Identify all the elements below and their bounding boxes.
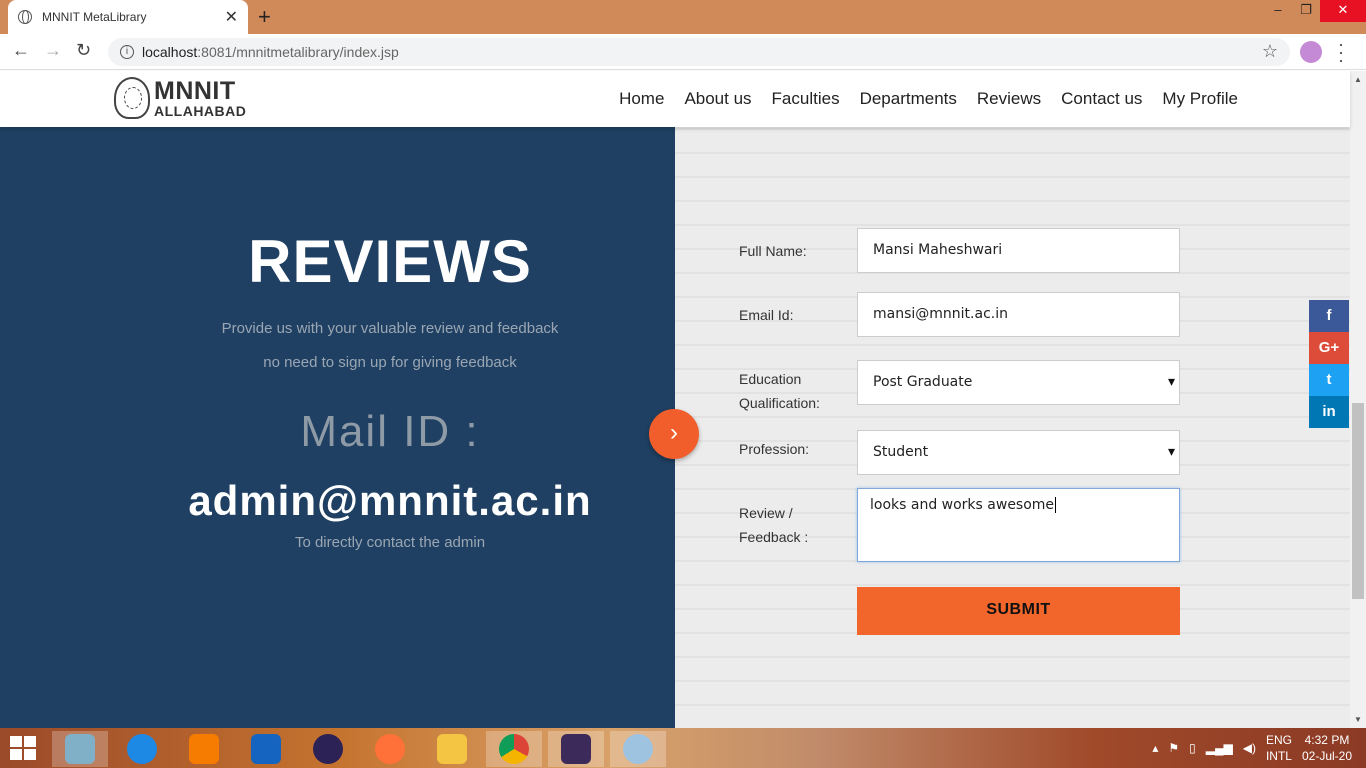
back-arrow-icon[interactable]: ← xyxy=(12,40,30,61)
info-icon[interactable]: i xyxy=(120,45,134,59)
site-header: MNNIT ALLAHABAD Home About us Faculties … xyxy=(0,71,1350,127)
site-logo[interactable]: MNNIT ALLAHABAD xyxy=(114,77,246,119)
linkedin-icon[interactable]: in xyxy=(1309,396,1349,428)
browser-tab-bar: MNNIT MetaLibrary ✕ + – ❐ ✕ xyxy=(0,0,1366,34)
submit-button[interactable]: SUBMIT xyxy=(857,587,1180,635)
facebook-icon[interactable]: f xyxy=(1309,300,1349,332)
taskbar-shield-icon[interactable] xyxy=(238,731,294,767)
tray-volume-icon[interactable]: ◀) xyxy=(1243,741,1256,755)
window-close-button[interactable]: ✕ xyxy=(1320,0,1366,22)
review-label: Review / Feedback : xyxy=(739,505,809,545)
education-label: Education Qualification: xyxy=(739,371,820,411)
tray-flag-icon[interactable]: ⚑ xyxy=(1168,741,1179,755)
main-nav: Home About us Faculties Departments Revi… xyxy=(619,71,1238,127)
windows-start-icon[interactable] xyxy=(10,736,36,760)
email-label: Email Id: xyxy=(739,307,794,323)
nav-faculties[interactable]: Faculties xyxy=(772,89,840,109)
nav-reviews[interactable]: Reviews xyxy=(977,89,1041,109)
browser-tab[interactable]: MNNIT MetaLibrary ✕ xyxy=(8,0,248,34)
taskbar-notes-icon[interactable] xyxy=(52,731,108,767)
url-host: localhost xyxy=(142,44,198,60)
nav-departments[interactable]: Departments xyxy=(860,89,957,109)
page-title: REVIEWS xyxy=(248,228,532,295)
review-textarea[interactable]: looks and works awesome xyxy=(857,488,1180,562)
reviews-info-panel: REVIEWS Provide us with your valuable re… xyxy=(0,127,675,728)
nav-my-profile[interactable]: My Profile xyxy=(1162,89,1238,109)
taskbar-eclipse-icon[interactable] xyxy=(300,731,356,767)
profile-avatar[interactable] xyxy=(1300,41,1322,63)
globe-icon xyxy=(18,10,32,24)
full-name-input[interactable]: Mansi Maheshwari xyxy=(857,228,1180,273)
url-input[interactable]: i localhost:8081/mnnitmetalibrary/index.… xyxy=(108,38,1290,66)
scroll-down-icon[interactable]: ▼ xyxy=(1354,715,1362,724)
profession-label: Profession: xyxy=(739,441,810,457)
taskbar-clock[interactable]: 4:32 PM 02-Jul-20 xyxy=(1302,732,1352,764)
scroll-up-icon[interactable]: ▲ xyxy=(1354,75,1362,84)
scroll-thumb[interactable] xyxy=(1352,403,1364,599)
new-tab-button[interactable]: + xyxy=(258,4,271,30)
language-indicator[interactable]: ENG INTL xyxy=(1266,732,1292,764)
logo-title: MNNIT xyxy=(154,76,236,105)
taskbar-pdf-icon[interactable] xyxy=(176,731,232,767)
tray-battery-icon[interactable]: ▯ xyxy=(1189,741,1196,755)
taskbar-folder-icon[interactable] xyxy=(424,731,480,767)
mail-note: To directly contact the admin xyxy=(294,534,486,551)
page-scrollbar[interactable]: ▲ ▼ xyxy=(1350,71,1366,728)
taskbar-chrome-icon[interactable] xyxy=(486,731,542,767)
taskbar-tool-icon[interactable] xyxy=(114,731,170,767)
twitter-icon[interactable]: t xyxy=(1309,364,1349,396)
full-name-label: Full Name: xyxy=(739,243,807,259)
email-input[interactable]: mansi@mnnit.ac.in xyxy=(857,292,1180,337)
subtitle-line-2: no need to sign up for giving feedback xyxy=(263,354,517,371)
taskbar-firefox-icon[interactable] xyxy=(362,731,418,767)
browser-menu-icon[interactable]: · · · xyxy=(1338,35,1344,69)
google-plus-icon[interactable]: G+ xyxy=(1309,332,1349,364)
tray-network-icon[interactable]: ▂▄▆ xyxy=(1206,741,1233,755)
subtitle-line-1: Provide us with your valuable review and… xyxy=(221,320,559,337)
nav-home[interactable]: Home xyxy=(619,89,664,109)
review-form: Full Name: Mansi Maheshwari Email Id: ma… xyxy=(675,127,1350,728)
admin-email: admin@mnnit.ac.in xyxy=(188,477,592,524)
tab-close-icon[interactable]: ✕ xyxy=(225,7,238,27)
address-bar: ← → ↻ i localhost:8081/mnnitmetalibrary/… xyxy=(0,34,1366,70)
reload-icon[interactable]: ↻ xyxy=(76,40,91,61)
bookmark-star-icon[interactable]: ☆ xyxy=(1262,41,1278,62)
education-select[interactable]: Post Graduate xyxy=(857,360,1180,405)
chevron-right-icon[interactable]: › xyxy=(649,409,699,459)
social-share-bar: f G+ t in xyxy=(1309,300,1349,428)
system-tray: ▴ ⚑ ▯ ▂▄▆ ◀) ENG INTL 4:32 PM 02-Jul-20 xyxy=(1152,730,1352,766)
taskbar-paint-icon[interactable] xyxy=(610,731,666,767)
nav-contact-us[interactable]: Contact us xyxy=(1061,89,1142,109)
nav-about-us[interactable]: About us xyxy=(684,89,751,109)
tray-chevron-icon[interactable]: ▴ xyxy=(1152,741,1158,755)
mnnit-seal-icon xyxy=(114,77,150,119)
windows-taskbar: ▴ ⚑ ▯ ▂▄▆ ◀) ENG INTL 4:32 PM 02-Jul-20 xyxy=(0,728,1366,768)
taskbar-java-ee-ide-icon[interactable] xyxy=(548,731,604,767)
tab-title: MNNIT MetaLibrary xyxy=(42,10,147,24)
window-controls: – ❐ ✕ xyxy=(1264,0,1366,22)
forward-arrow-icon[interactable]: → xyxy=(44,40,62,61)
logo-subtitle: ALLAHABAD xyxy=(154,102,247,119)
url-path: :8081/mnnitmetalibrary/index.jsp xyxy=(197,44,399,60)
profession-select[interactable]: Student xyxy=(857,430,1180,475)
restore-button[interactable]: ❐ xyxy=(1292,0,1320,22)
minimize-button[interactable]: – xyxy=(1264,0,1292,22)
